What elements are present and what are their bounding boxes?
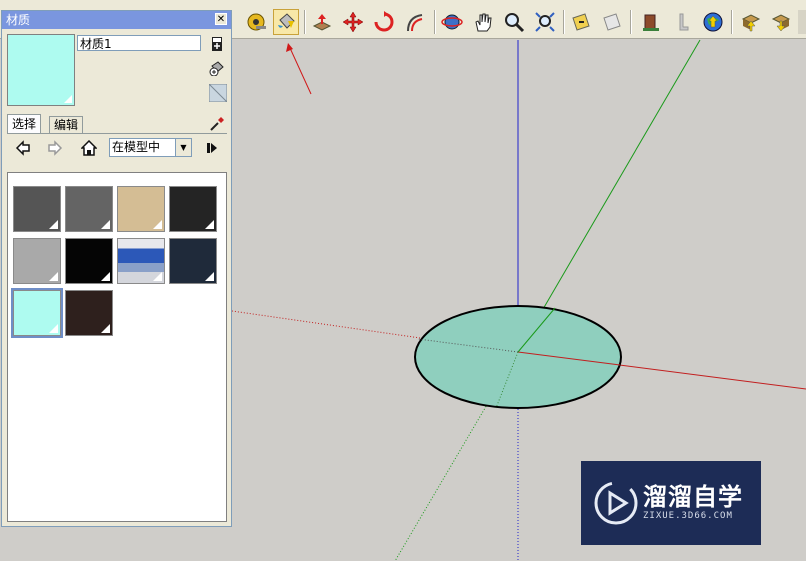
swatch-corner: [49, 272, 58, 281]
rotate-icon: [374, 11, 394, 32]
material-swatch[interactable]: [117, 238, 165, 284]
material-swatch[interactable]: [65, 290, 113, 336]
pan-icon: [475, 13, 492, 32]
swatch-corner: [49, 324, 58, 333]
walk-icon: [679, 13, 689, 31]
share-model-icon: [771, 14, 791, 32]
follow-me-tool-button[interactable]: [402, 9, 428, 35]
tape-measure-tool-button[interactable]: [243, 9, 269, 35]
paint-add-icon: [209, 61, 224, 77]
swatch-corner: [205, 272, 214, 281]
push-pull-tool-button[interactable]: [309, 9, 335, 35]
move-icon: [342, 11, 364, 33]
move-tool-button[interactable]: [340, 9, 366, 35]
back-button[interactable]: [13, 138, 33, 158]
section-plane-tool-button[interactable]: [568, 9, 594, 35]
orbit-icon: [441, 14, 463, 30]
get-photo-texture-tool-button[interactable]: [738, 9, 764, 35]
swatch-corner: [153, 272, 162, 281]
home-icon: [81, 140, 97, 156]
green-axis-positive: [517, 39, 701, 353]
material-name-field[interactable]: [77, 35, 201, 51]
section-plane-icon: [572, 13, 590, 31]
material-swatch-grid: [7, 172, 227, 522]
sample-paint-button[interactable]: [209, 60, 225, 77]
tab-select[interactable]: 选择: [7, 114, 42, 134]
materials-panel-title: 材质: [6, 13, 31, 27]
tab-divider: [7, 133, 227, 134]
swatch-corner: [101, 220, 110, 229]
collection-dropdown-value: 在模型中: [112, 140, 161, 154]
material-swatch[interactable]: [169, 238, 217, 284]
zoom-tool-button[interactable]: [501, 9, 527, 35]
paint-bucket-icon: [278, 13, 295, 29]
swatch-corner: [101, 272, 110, 281]
tape-measure-icon: [247, 13, 266, 31]
google-earth-icon: [703, 12, 723, 32]
preview-corner: [64, 95, 72, 103]
in-model-button[interactable]: [79, 138, 99, 158]
material-swatch[interactable]: [117, 186, 165, 232]
zoom-icon: [505, 13, 525, 33]
close-icon[interactable]: ✕: [215, 13, 227, 25]
swatch-corner: [49, 220, 58, 229]
details-button[interactable]: [202, 138, 222, 158]
annotation-arrow-head: [286, 43, 293, 52]
zoom-extents-icon: [535, 12, 555, 32]
material-swatch[interactable]: [11, 288, 63, 338]
swatch-corner: [205, 220, 214, 229]
follow-me-icon: [407, 14, 423, 32]
eyedropper-icon: [210, 117, 224, 131]
walk-tool-button[interactable]: [669, 9, 695, 35]
material-swatch[interactable]: [169, 186, 217, 232]
materials-panel-titlebar[interactable]: 材质 ✕: [2, 11, 231, 29]
materials-tab-bar: 选择 编辑: [7, 114, 227, 134]
google-earth-tool-button[interactable]: [700, 9, 726, 35]
pan-tool-button[interactable]: [470, 9, 496, 35]
display-section-tool-button[interactable]: [599, 9, 625, 35]
materials-panel: 材质 ✕ 选择 编辑: [1, 10, 232, 527]
play-logo-icon: [594, 481, 638, 525]
arrow-right-icon: [48, 140, 63, 156]
annotation-arrow: [289, 47, 312, 95]
rotate-tool-button[interactable]: [371, 9, 397, 35]
material-swatch[interactable]: [13, 186, 61, 232]
get-photo-icon: [741, 14, 761, 32]
swatch-corner: [153, 220, 162, 229]
zoom-extents-tool-button[interactable]: [532, 9, 558, 35]
default-material-icon: [208, 83, 228, 103]
circle-face[interactable]: [414, 305, 622, 409]
material-swatch[interactable]: [13, 238, 61, 284]
material-preview[interactable]: [7, 34, 75, 106]
material-swatch[interactable]: [65, 238, 113, 284]
chevron-down-icon[interactable]: ▼: [175, 139, 191, 156]
collection-dropdown[interactable]: 在模型中 ▼: [109, 138, 192, 157]
materials-nav-row: 在模型中 ▼: [7, 135, 227, 161]
default-material-button[interactable]: [208, 83, 228, 103]
watermark-url: ZIXUE.3D66.COM: [643, 511, 733, 521]
menu-bar-remnant: [0, 0, 806, 4]
details-arrow-icon: [207, 143, 217, 153]
arrow-left-icon: [15, 140, 30, 156]
get-models-tool-button[interactable]: [638, 9, 664, 35]
tab-edit[interactable]: 编辑: [49, 116, 84, 133]
watermark-text: 溜溜自学: [643, 483, 743, 511]
toolbar-overflow: [798, 10, 806, 34]
forward-button[interactable]: [45, 138, 65, 158]
watermark-logo: 溜溜自学 ZIXUE.3D66.COM: [581, 461, 761, 545]
orbit-tool-button[interactable]: [439, 9, 465, 35]
swatch-corner: [101, 324, 110, 333]
create-material-icon: [212, 37, 222, 51]
share-model-tool-button[interactable]: [768, 9, 794, 35]
create-material-button[interactable]: [209, 36, 225, 52]
get-models-icon: [643, 14, 659, 31]
material-swatch[interactable]: [65, 186, 113, 232]
paint-bucket-tool-button[interactable]: [273, 9, 299, 35]
push-pull-icon: [312, 14, 332, 31]
sample-paint-dropper[interactable]: [209, 116, 225, 132]
display-section-icon: [603, 13, 621, 31]
